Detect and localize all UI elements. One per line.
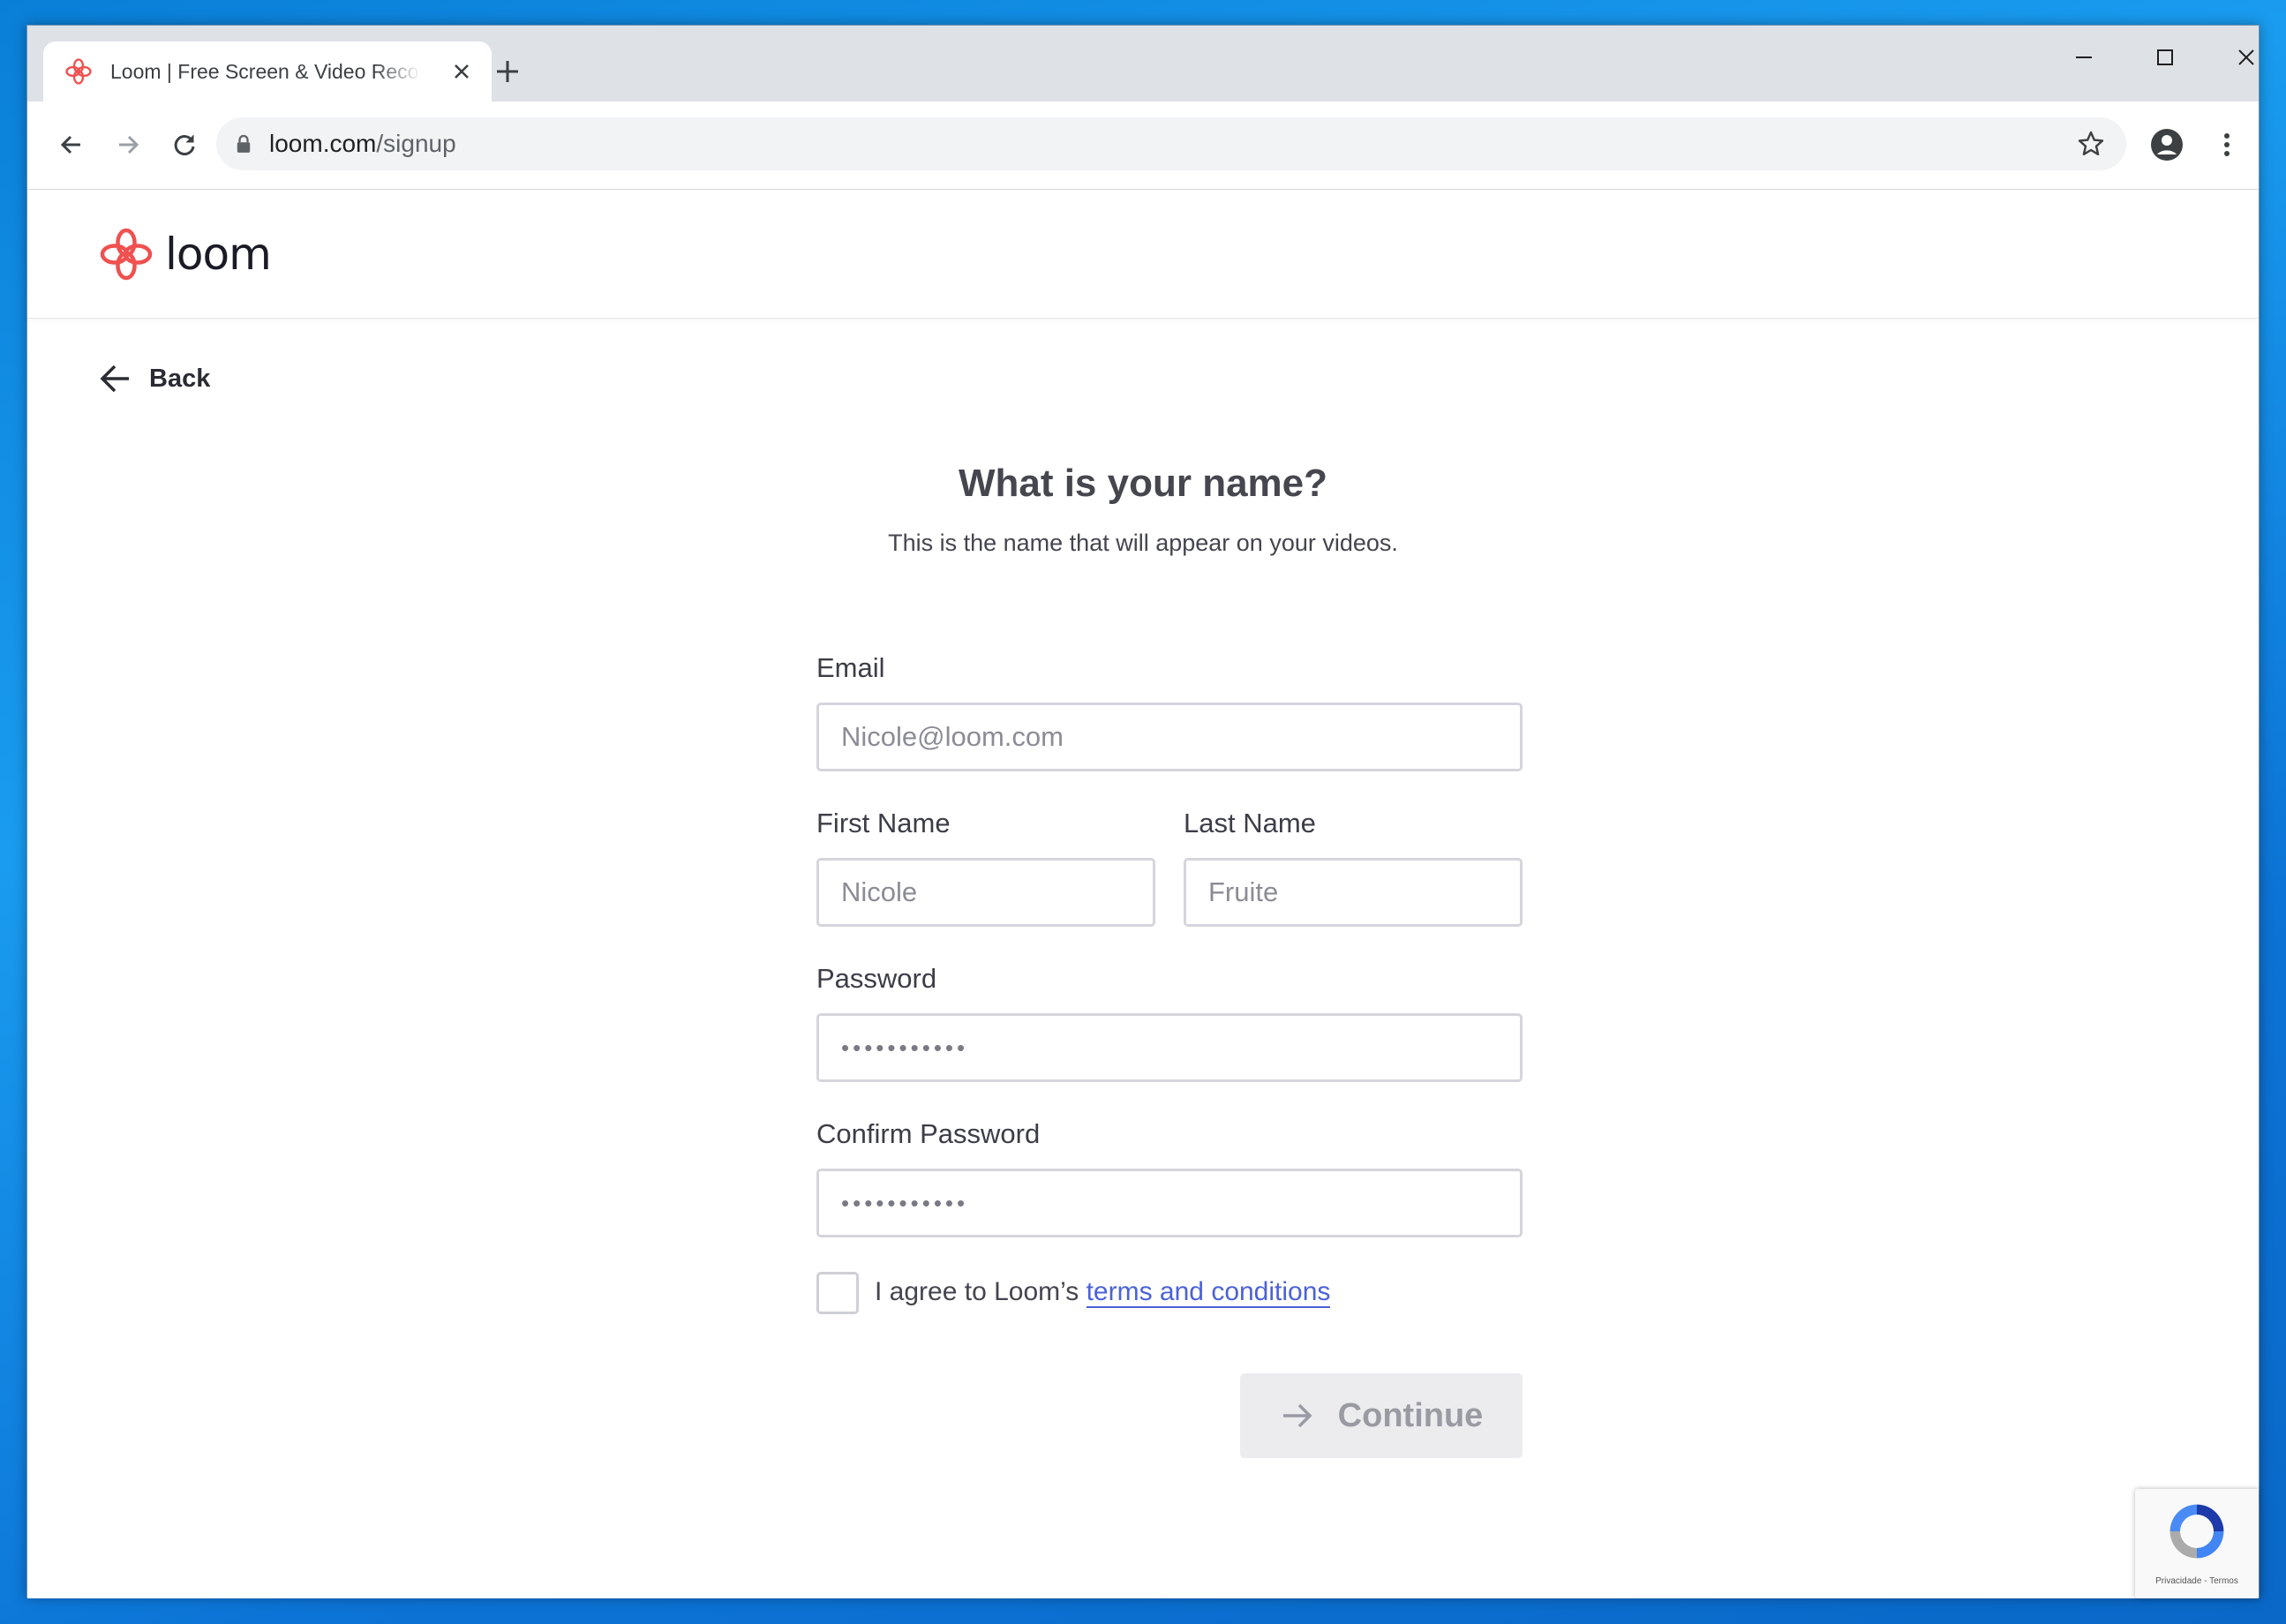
- first-name-input[interactable]: Nicole: [816, 858, 1155, 927]
- tab-title: Loom | Free Screen & Video Recording Sof…: [110, 59, 421, 83]
- new-tab-icon[interactable]: [488, 52, 527, 91]
- arrow-right-icon: [1282, 1403, 1312, 1428]
- close-window-icon[interactable]: [2220, 38, 2273, 77]
- minimize-icon[interactable]: [2057, 38, 2110, 77]
- browser-tab[interactable]: Loom | Free Screen & Video Recording Sof…: [43, 41, 492, 102]
- menu-kebab-icon[interactable]: [2206, 124, 2248, 166]
- email-input[interactable]: Nicole@loom.com: [816, 703, 1523, 771]
- agree-text: I agree to Loom’s: [875, 1277, 1087, 1306]
- first-name-label: First Name: [816, 808, 951, 838]
- confirm-password-value: •••••••••••: [841, 1189, 969, 1216]
- tab-close-icon[interactable]: [449, 59, 474, 84]
- last-name-input[interactable]: Fruite: [1184, 858, 1523, 927]
- maximize-icon[interactable]: [2139, 38, 2192, 77]
- back-label: Back: [149, 364, 211, 393]
- terms-checkbox[interactable]: [816, 1272, 859, 1314]
- continue-label: Continue: [1337, 1396, 1484, 1434]
- tab-strip: Loom | Free Screen & Video Recording Sof…: [27, 26, 2259, 102]
- page-content: loom Back What is your name? This is the…: [27, 190, 2259, 1598]
- email-label: Email: [816, 652, 885, 683]
- terms-link[interactable]: terms and conditions: [1086, 1277, 1331, 1308]
- last-name-label: Last Name: [1184, 808, 1316, 838]
- password-input[interactable]: •••••••••••: [816, 1013, 1523, 1082]
- terms-agree-text: I agree to Loom’s terms and conditions: [875, 1277, 1331, 1308]
- recaptcha-icon: [2169, 1504, 2224, 1559]
- page-title: What is your name?: [958, 462, 1328, 505]
- back-link[interactable]: Back: [100, 363, 210, 395]
- forward-nav-icon[interactable]: [107, 124, 149, 166]
- lock-icon: [237, 134, 251, 153]
- continue-button[interactable]: Continue: [1240, 1373, 1523, 1458]
- confirm-password-input[interactable]: •••••••••••: [816, 1169, 1523, 1237]
- browser-toolbar: loom.com/signup: [27, 102, 2259, 190]
- back-nav-icon[interactable]: [50, 124, 93, 166]
- site-header: loom: [27, 190, 2259, 319]
- reload-icon[interactable]: [163, 124, 206, 166]
- bookmark-star-icon[interactable]: [2075, 128, 2107, 160]
- profile-avatar-icon[interactable]: [2146, 124, 2188, 166]
- password-label: Password: [816, 963, 937, 994]
- confirm-password-label: Confirm Password: [816, 1118, 1041, 1149]
- url-text: loom.com/signup: [269, 130, 456, 157]
- browser-window: Loom | Free Screen & Video Recording Sof…: [26, 25, 2260, 1598]
- arrow-left-icon: [100, 365, 129, 393]
- recaptcha-links[interactable]: Privacidade - Termos: [2135, 1576, 2259, 1586]
- recaptcha-badge[interactable]: Privacidade - Termos: [2135, 1489, 2259, 1598]
- logo-text: loom: [165, 228, 272, 280]
- page-subtitle: This is the name that will appear on you…: [888, 530, 1398, 556]
- loom-logo[interactable]: loom: [96, 224, 272, 284]
- loom-logo-icon: [100, 228, 153, 280]
- address-bar[interactable]: loom.com/signup: [216, 117, 2126, 170]
- password-value: •••••••••••: [841, 1034, 969, 1061]
- loom-favicon-icon: [65, 58, 92, 85]
